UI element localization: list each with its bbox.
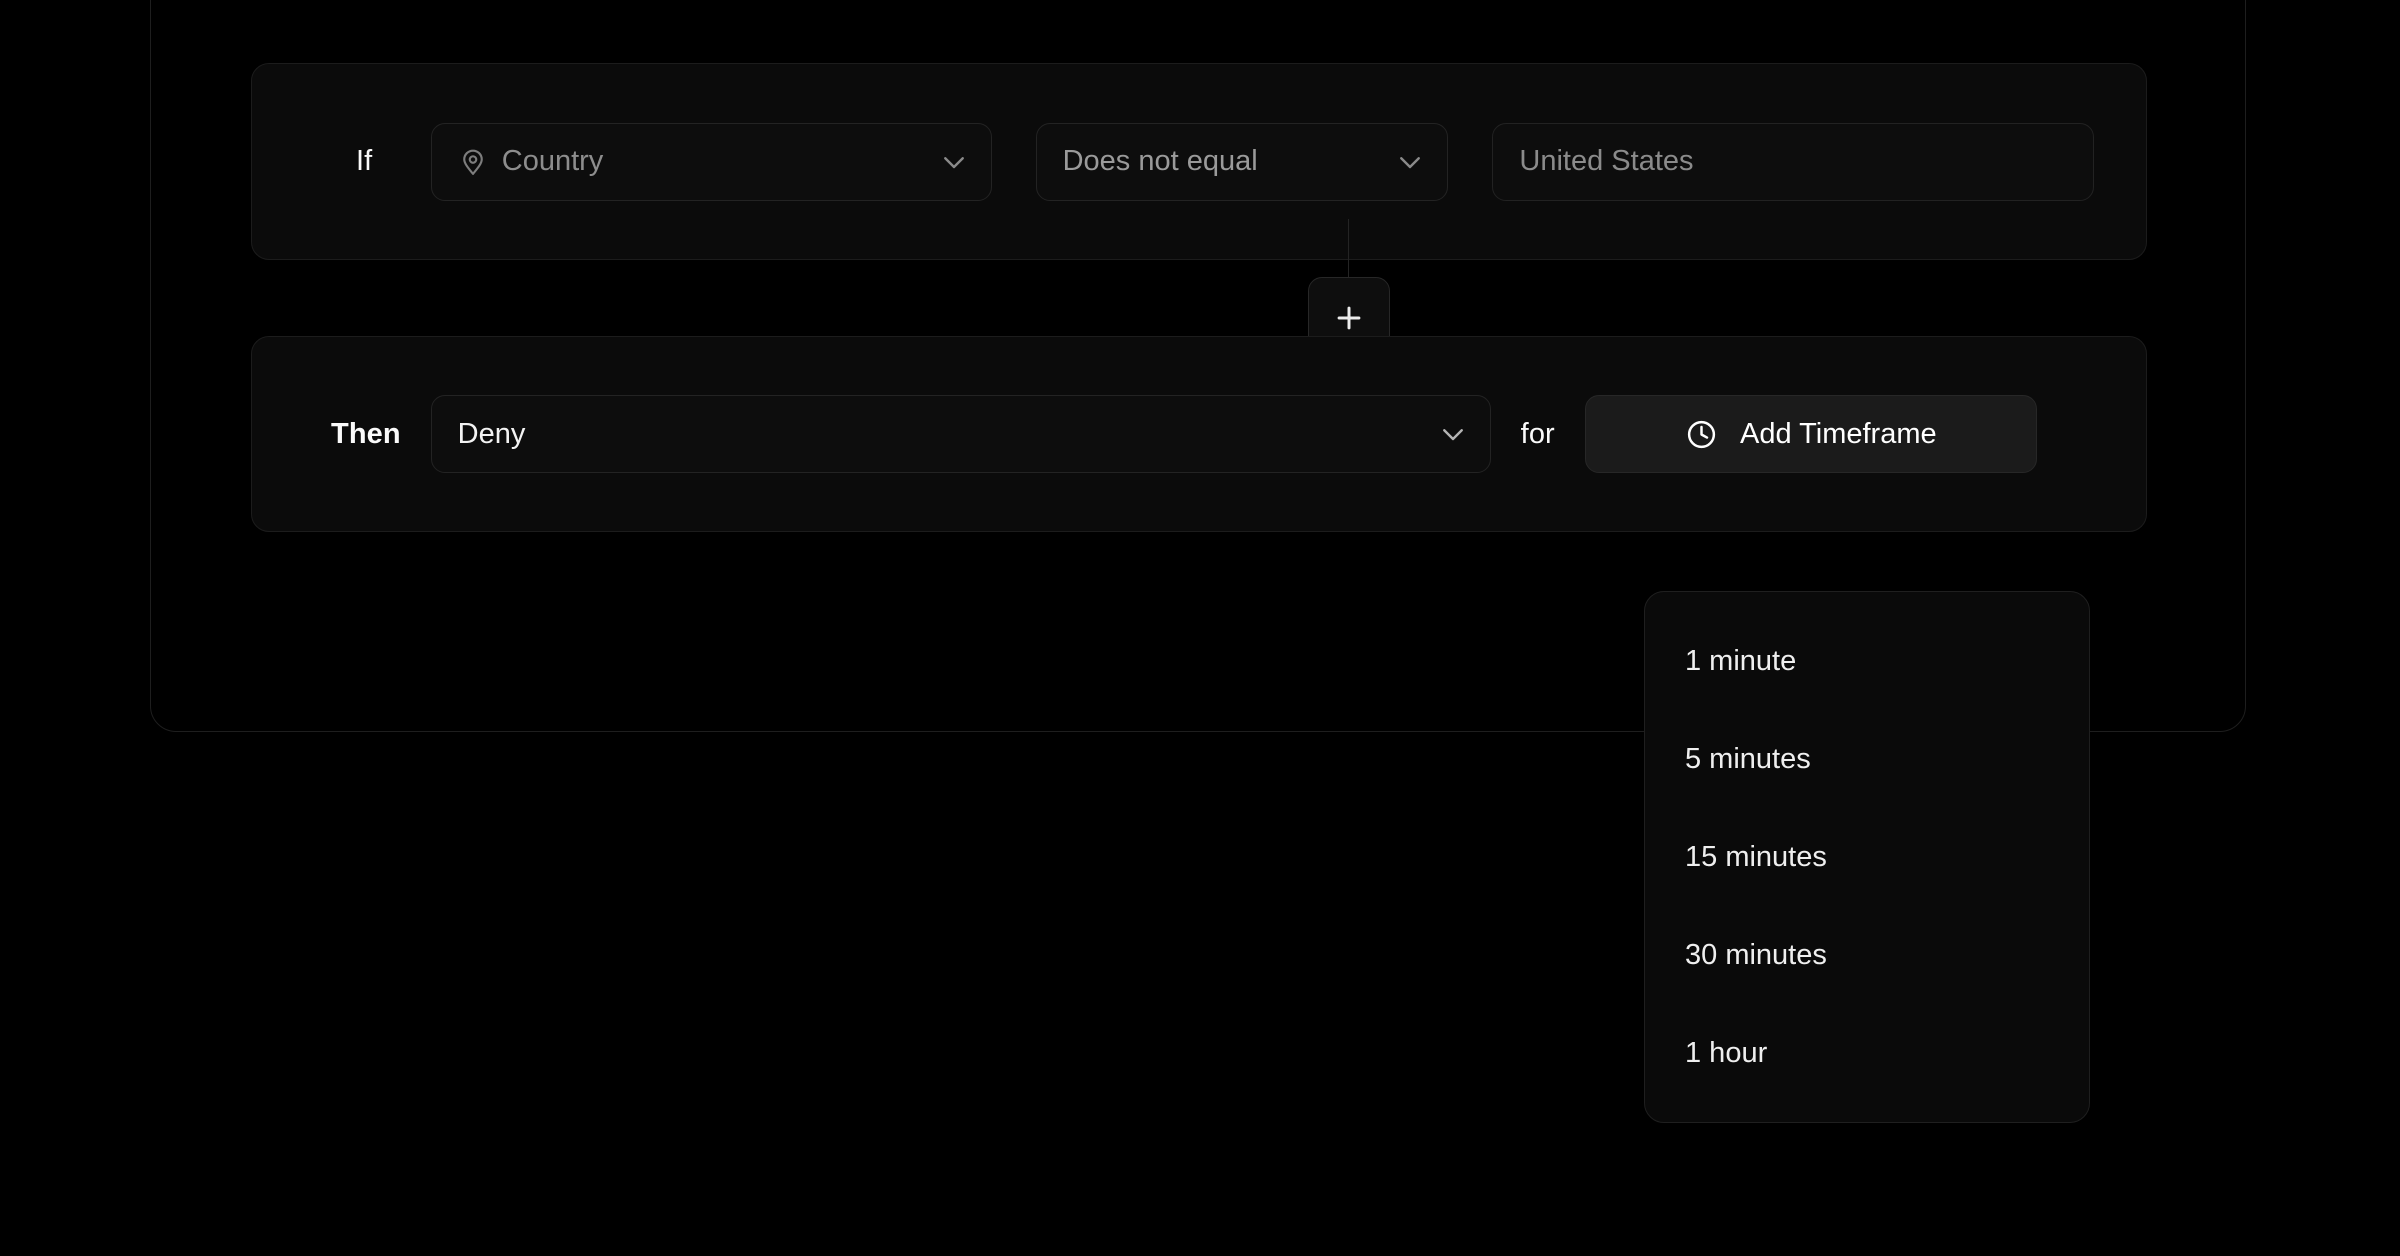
clock-icon: [1685, 418, 1718, 451]
map-pin-icon: [458, 147, 488, 177]
then-label: Then: [331, 418, 401, 451]
action-row: Then Deny for: [252, 337, 2146, 531]
dropdown-option-15-minutes[interactable]: 15 minutes: [1645, 808, 2089, 906]
operator-select[interactable]: Does not equal: [1036, 123, 1449, 201]
condition-card-if: If Country: [251, 63, 2147, 260]
field-select-country[interactable]: Country: [431, 123, 992, 201]
action-select-value: Deny: [458, 418, 1438, 451]
field-select-country-value: Country: [502, 145, 939, 178]
add-timeframe-button[interactable]: Add Timeframe: [1585, 395, 2037, 473]
if-label: If: [356, 145, 393, 178]
timeframe-dropdown-menu: 1 minute 5 minutes 15 minutes 30 minutes…: [1644, 591, 2090, 1123]
dropdown-option-1-minute[interactable]: 1 minute: [1645, 612, 2089, 710]
condition-value-input[interactable]: United States: [1492, 123, 2094, 201]
dropdown-option-5-minutes[interactable]: 5 minutes: [1645, 710, 2089, 808]
condition-row: If Country: [252, 64, 2146, 259]
plus-icon: [1332, 301, 1366, 335]
chevron-down-icon: [1395, 147, 1425, 177]
action-card-then: Then Deny for: [251, 336, 2147, 532]
add-timeframe-label: Add Timeframe: [1740, 418, 1937, 451]
dropdown-option-1-hour[interactable]: 1 hour: [1645, 1004, 2089, 1102]
chevron-down-icon: [939, 147, 969, 177]
for-label: for: [1521, 418, 1555, 451]
dropdown-option-30-minutes[interactable]: 30 minutes: [1645, 906, 2089, 1004]
action-select[interactable]: Deny: [431, 395, 1491, 473]
condition-value-placeholder: United States: [1519, 145, 1693, 178]
operator-select-value: Does not equal: [1063, 145, 1396, 178]
rule-builder-screen: If Country: [0, 0, 2400, 1256]
chevron-down-icon: [1438, 419, 1468, 449]
